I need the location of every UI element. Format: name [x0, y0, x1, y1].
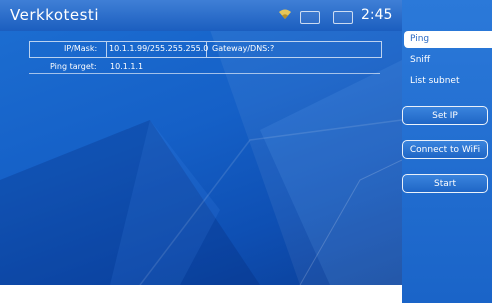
status-indicator-2 [333, 11, 353, 24]
set-ip-button[interactable]: Set IP [402, 106, 488, 125]
ping-target-underline [29, 73, 380, 74]
title-bar: Verkkotesti 2:45 [0, 0, 402, 31]
ping-target-value: 10.1.1.1 [110, 62, 144, 71]
cell-divider [206, 42, 207, 57]
tab-list-subnet[interactable]: List subnet [404, 73, 492, 90]
connect-wifi-button[interactable]: Connect to WiFi [402, 140, 488, 159]
gateway-dns-value: ? [270, 44, 275, 53]
network-info-panel: IP/Mask: 10.1.1.99/255.255.255.0 Gateway… [29, 41, 382, 58]
wifi-icon [279, 9, 291, 19]
ip-mask-label: IP/Mask: [64, 44, 98, 53]
gateway-dns-label: Gateway/DNS: [212, 44, 270, 53]
ip-mask-value: 10.1.1.99/255.255.255.0 [109, 44, 209, 53]
tab-sniff[interactable]: Sniff [404, 52, 492, 69]
main-view: Verkkotesti 2:45 IP/Mask: 10.1.1.99/255.… [0, 0, 402, 285]
status-indicator-1 [300, 11, 320, 24]
clock: 2:45 [361, 7, 393, 23]
tab-ping[interactable]: Ping [404, 31, 492, 48]
ping-target-label: Ping target: [50, 62, 97, 71]
app-title: Verkkotesti [10, 6, 99, 24]
device-screen: Verkkotesti 2:45 IP/Mask: 10.1.1.99/255.… [0, 0, 492, 303]
start-button[interactable]: Start [402, 174, 488, 193]
cell-divider [106, 42, 107, 57]
